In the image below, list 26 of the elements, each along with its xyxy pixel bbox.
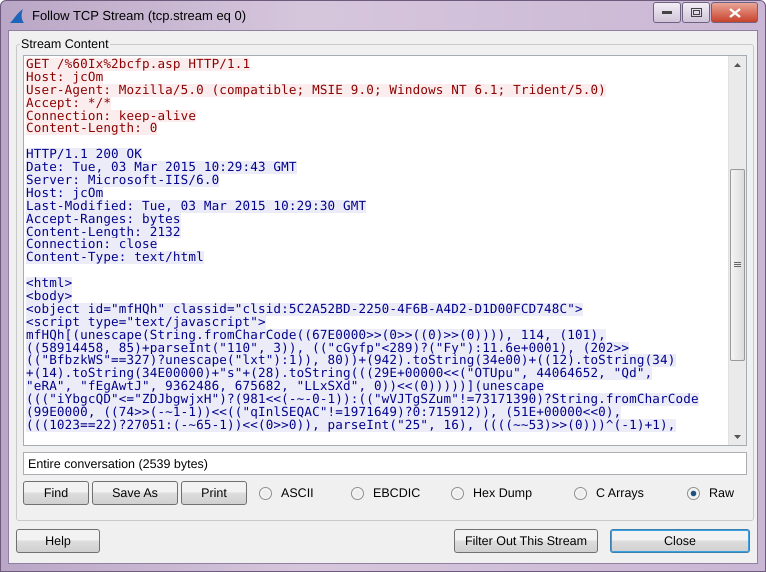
close-button[interactable]: Close xyxy=(610,529,750,553)
restore-icon xyxy=(690,8,702,17)
filter-out-button[interactable]: Filter Out This Stream xyxy=(454,529,598,553)
minimize-icon xyxy=(662,10,672,14)
window-title: Follow TCP Stream (tcp.stream eq 0) xyxy=(32,8,248,23)
action-button[interactable]: Find xyxy=(23,481,89,505)
scrollbar[interactable] xyxy=(728,56,746,445)
close-icon xyxy=(728,8,740,18)
format-radio[interactable]: C Arrays xyxy=(574,486,684,500)
minimize-button[interactable] xyxy=(653,2,681,23)
conversation-select[interactable]: Entire conversation (2539 bytes) xyxy=(23,452,747,475)
format-radio[interactable]: EBCDIC xyxy=(351,486,448,500)
scroll-down-icon[interactable] xyxy=(734,434,741,438)
format-radio[interactable]: Hex Dump xyxy=(451,486,571,500)
action-button[interactable]: Save As xyxy=(92,481,178,505)
grip-icon xyxy=(734,262,741,268)
stream-text-area[interactable] xyxy=(23,55,747,446)
help-button[interactable]: Help xyxy=(16,529,100,553)
scroll-up-icon[interactable] xyxy=(734,62,741,66)
maximize-button[interactable] xyxy=(682,2,710,23)
shark-fin-icon xyxy=(8,6,26,24)
format-radio[interactable]: ASCII xyxy=(259,486,348,500)
close-window-button[interactable] xyxy=(711,2,758,23)
group-title: Stream Content xyxy=(20,37,110,51)
format-radio[interactable]: Raw xyxy=(687,486,747,500)
action-button[interactable]: Print xyxy=(181,481,247,505)
